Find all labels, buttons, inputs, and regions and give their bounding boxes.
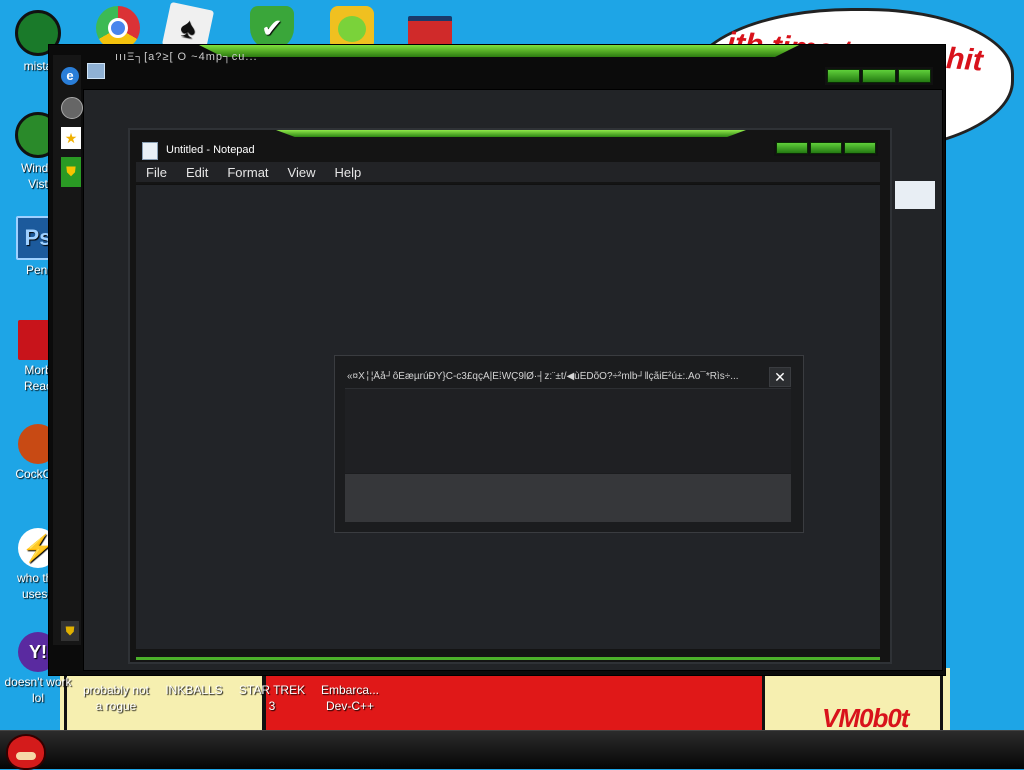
desktop-icon-star-trek[interactable]: STAR TREK 3: [234, 682, 310, 714]
window-icon: [87, 63, 105, 79]
menu-help[interactable]: Help: [324, 165, 370, 180]
outer-address-area[interactable]: [895, 181, 935, 209]
desktop-icon-label: doesn't work lol: [4, 675, 72, 705]
circle-button-icon[interactable]: [61, 97, 83, 119]
outer-title-glow: [199, 45, 799, 57]
dialog-footer: [345, 474, 791, 522]
menu-view[interactable]: View: [278, 165, 325, 180]
taskbar: [0, 730, 1024, 770]
maximize-button[interactable]: [810, 142, 842, 154]
desktop-icon-probably-not[interactable]: probably not a rogue: [78, 682, 154, 714]
menu-format[interactable]: Format: [217, 165, 277, 180]
desktop-icon-label: probably not a rogue: [82, 683, 150, 713]
desktop-icon-inkballs[interactable]: INKBALLS: [156, 682, 232, 698]
outer-window-title: ıııΞ┐[a?≥[ O ~4mp┐cu...: [115, 51, 258, 63]
notepad-bottom-glow: [136, 657, 880, 660]
notepad-title-glow: [276, 130, 746, 137]
internet-explorer-icon[interactable]: e: [61, 67, 79, 85]
winrar-logo-icon: [408, 16, 452, 47]
notepad-caption-buttons: [774, 140, 878, 156]
dialog-body: [345, 388, 791, 473]
shield-icon[interactable]: ⛊: [61, 157, 81, 187]
garbled-dialog: «¤X╎¦Åå┘ôÈæµrúÐY}C-c3£qçÀ|Ê⁞WÇ9lØ·┤z:¨±t…: [334, 355, 804, 533]
start-button-angry-bird-icon[interactable]: [6, 734, 46, 770]
desktop-icon-label: INKBALLS: [165, 683, 223, 697]
desktop-icon-winrar[interactable]: [392, 6, 468, 49]
close-button[interactable]: [844, 142, 876, 154]
outer-caption-buttons: [825, 67, 933, 85]
menu-file[interactable]: File: [136, 165, 176, 180]
star-icon[interactable]: ★: [61, 127, 81, 149]
close-button[interactable]: [897, 69, 931, 83]
close-icon[interactable]: ✕: [769, 367, 791, 387]
maximize-button[interactable]: [862, 69, 896, 83]
notepad-title: Untitled - Notepad: [166, 144, 255, 156]
desktop-icon-devcpp[interactable]: Embarca... Dev-C++: [312, 682, 388, 714]
minimize-button[interactable]: [827, 69, 861, 83]
dialog-title: «¤X╎¦Åå┘ôÈæµrúÐY}C-c3£qçÀ|Ê⁞WÇ9lØ·┤z:¨±t…: [347, 371, 739, 382]
desktop-icon-label: Embarca... Dev-C++: [320, 683, 380, 713]
desktop-icon-label: STAR TREK 3: [238, 683, 306, 713]
outer-sidebar: e ★ ⛊ ⛊: [53, 55, 83, 645]
menu-edit[interactable]: Edit: [176, 165, 217, 180]
notepad-menubar: File Edit Format View Help: [136, 162, 880, 182]
wallpaper-line: [940, 668, 943, 730]
shield-icon[interactable]: ⛊: [61, 621, 79, 641]
wallpaper-line: [762, 672, 765, 730]
minimize-button[interactable]: [776, 142, 808, 154]
notepad-icon: [142, 142, 158, 160]
